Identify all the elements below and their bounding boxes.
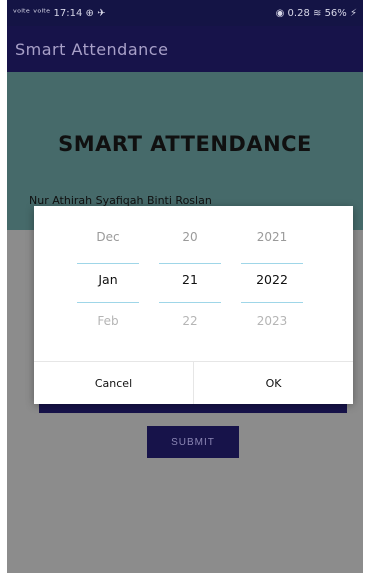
day-divider-bottom [159, 302, 221, 303]
date-picker-wheels: Dec Jan Feb 20 21 22 2021 2022 2023 [34, 206, 353, 361]
year-selected[interactable]: 2022 [237, 272, 307, 287]
day-wheel[interactable]: 20 21 22 [155, 206, 225, 361]
day-prev[interactable]: 20 [155, 230, 225, 244]
month-next[interactable]: Feb [73, 314, 143, 328]
month-divider-bottom [77, 302, 139, 303]
month-prev[interactable]: Dec [73, 230, 143, 244]
date-picker-dialog: Dec Jan Feb 20 21 22 2021 2022 2023 Canc… [34, 206, 353, 404]
phone-screen: ᵛᵒˡᵗᵉ ᵛᵒˡᵗᵉ 17:14 ⊕ ✈ ◉ 0.28 ≋ 56% ⚡ Sma… [7, 0, 363, 573]
status-right-text: ◉ 0.28 ≋ 56% ⚡ [275, 7, 357, 19]
month-selected[interactable]: Jan [73, 272, 143, 287]
year-divider-top [241, 263, 303, 264]
year-prev[interactable]: 2021 [237, 230, 307, 244]
year-wheel[interactable]: 2021 2022 2023 [237, 206, 307, 361]
submit-button[interactable]: SUBMIT [147, 426, 239, 458]
status-left-text: ᵛᵒˡᵗᵉ ᵛᵒˡᵗᵉ 17:14 ⊕ ✈ [13, 7, 106, 19]
day-next[interactable]: 22 [155, 314, 225, 328]
day-selected[interactable]: 21 [155, 272, 225, 287]
app-title: Smart Attendance [15, 39, 169, 59]
year-next[interactable]: 2023 [237, 314, 307, 328]
app-bar: Smart Attendance [7, 26, 363, 72]
month-wheel[interactable]: Dec Jan Feb [73, 206, 143, 361]
status-bar: ᵛᵒˡᵗᵉ ᵛᵒˡᵗᵉ 17:14 ⊕ ✈ ◉ 0.28 ≋ 56% ⚡ [7, 0, 363, 26]
cancel-button[interactable]: Cancel [34, 362, 193, 404]
year-divider-bottom [241, 302, 303, 303]
dialog-actions: Cancel OK [34, 361, 353, 404]
month-divider-top [77, 263, 139, 264]
day-divider-top [159, 263, 221, 264]
page-title: SMART ATTENDANCE [58, 132, 312, 156]
ok-button[interactable]: OK [194, 362, 353, 404]
